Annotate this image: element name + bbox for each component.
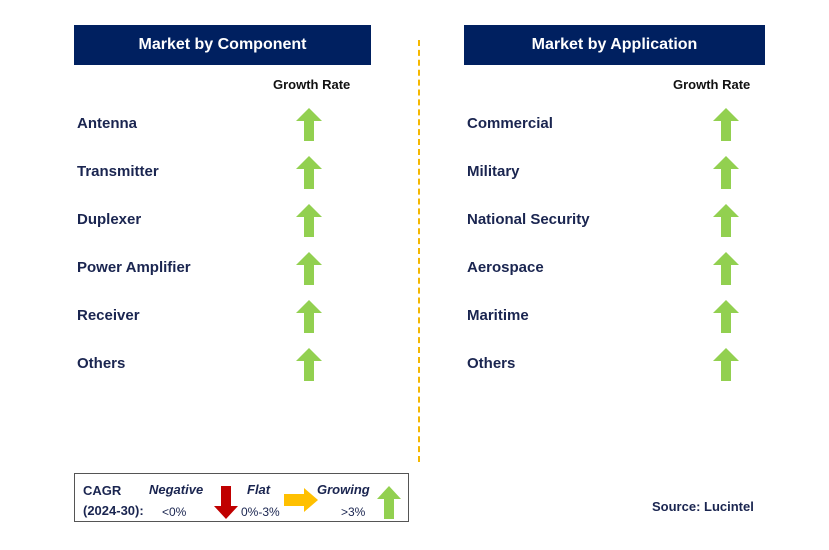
growth-up-arrow-icon bbox=[296, 348, 322, 381]
right-item-label: Aerospace bbox=[467, 259, 544, 276]
down-arrow-icon bbox=[214, 486, 238, 519]
growth-rate-label-left: Growth Rate bbox=[273, 77, 351, 92]
legend-flat: Flat bbox=[247, 482, 271, 497]
right-item-label: Others bbox=[467, 355, 516, 372]
legend-growing-range: >3% bbox=[341, 505, 366, 519]
component-header: Market by Component bbox=[74, 25, 371, 65]
application-header: Market by Application bbox=[464, 25, 765, 65]
left-item-label: Others bbox=[77, 355, 126, 372]
growth-up-arrow-icon bbox=[296, 252, 322, 285]
legend-flat-range: 0%-3% bbox=[241, 505, 280, 519]
growth-up-arrow-icon bbox=[296, 204, 322, 237]
right-item-label: Military bbox=[467, 163, 520, 180]
growth-up-arrow-icon bbox=[713, 252, 739, 285]
legend: CAGR (2024-30): Negative <0% Flat 0%-3% … bbox=[74, 473, 409, 522]
left-item-label: Antenna bbox=[77, 115, 137, 132]
up-arrow-icon bbox=[377, 486, 401, 519]
source: Source: Lucintel bbox=[652, 499, 754, 514]
growth-up-arrow-icon bbox=[296, 108, 322, 141]
growth-up-arrow-icon bbox=[713, 204, 739, 237]
right-item-label: Commercial bbox=[467, 115, 553, 132]
left-item-label: Duplexer bbox=[77, 211, 142, 228]
right-item-label: National Security bbox=[467, 211, 590, 228]
right-arrow-icon bbox=[284, 488, 318, 512]
right-item-label: Maritime bbox=[467, 307, 529, 324]
legend-cagr: CAGR bbox=[83, 483, 122, 498]
legend-growing: Growing bbox=[317, 482, 370, 497]
growth-up-arrow-icon bbox=[713, 156, 739, 189]
legend-period: (2024-30): bbox=[83, 503, 144, 518]
growth-up-arrow-icon bbox=[713, 300, 739, 333]
growth-rate-label-right: Growth Rate bbox=[673, 77, 751, 92]
growth-up-arrow-icon bbox=[296, 300, 322, 333]
legend-negative: Negative bbox=[149, 482, 204, 497]
left-item-label: Power Amplifier bbox=[77, 259, 191, 276]
left-item-label: Transmitter bbox=[77, 163, 159, 180]
growth-up-arrow-icon bbox=[713, 108, 739, 141]
growth-up-arrow-icon bbox=[713, 348, 739, 381]
growth-up-arrow-icon bbox=[296, 156, 322, 189]
legend-negative-range: <0% bbox=[162, 505, 187, 519]
left-item-label: Receiver bbox=[77, 307, 140, 324]
divider bbox=[418, 40, 420, 462]
